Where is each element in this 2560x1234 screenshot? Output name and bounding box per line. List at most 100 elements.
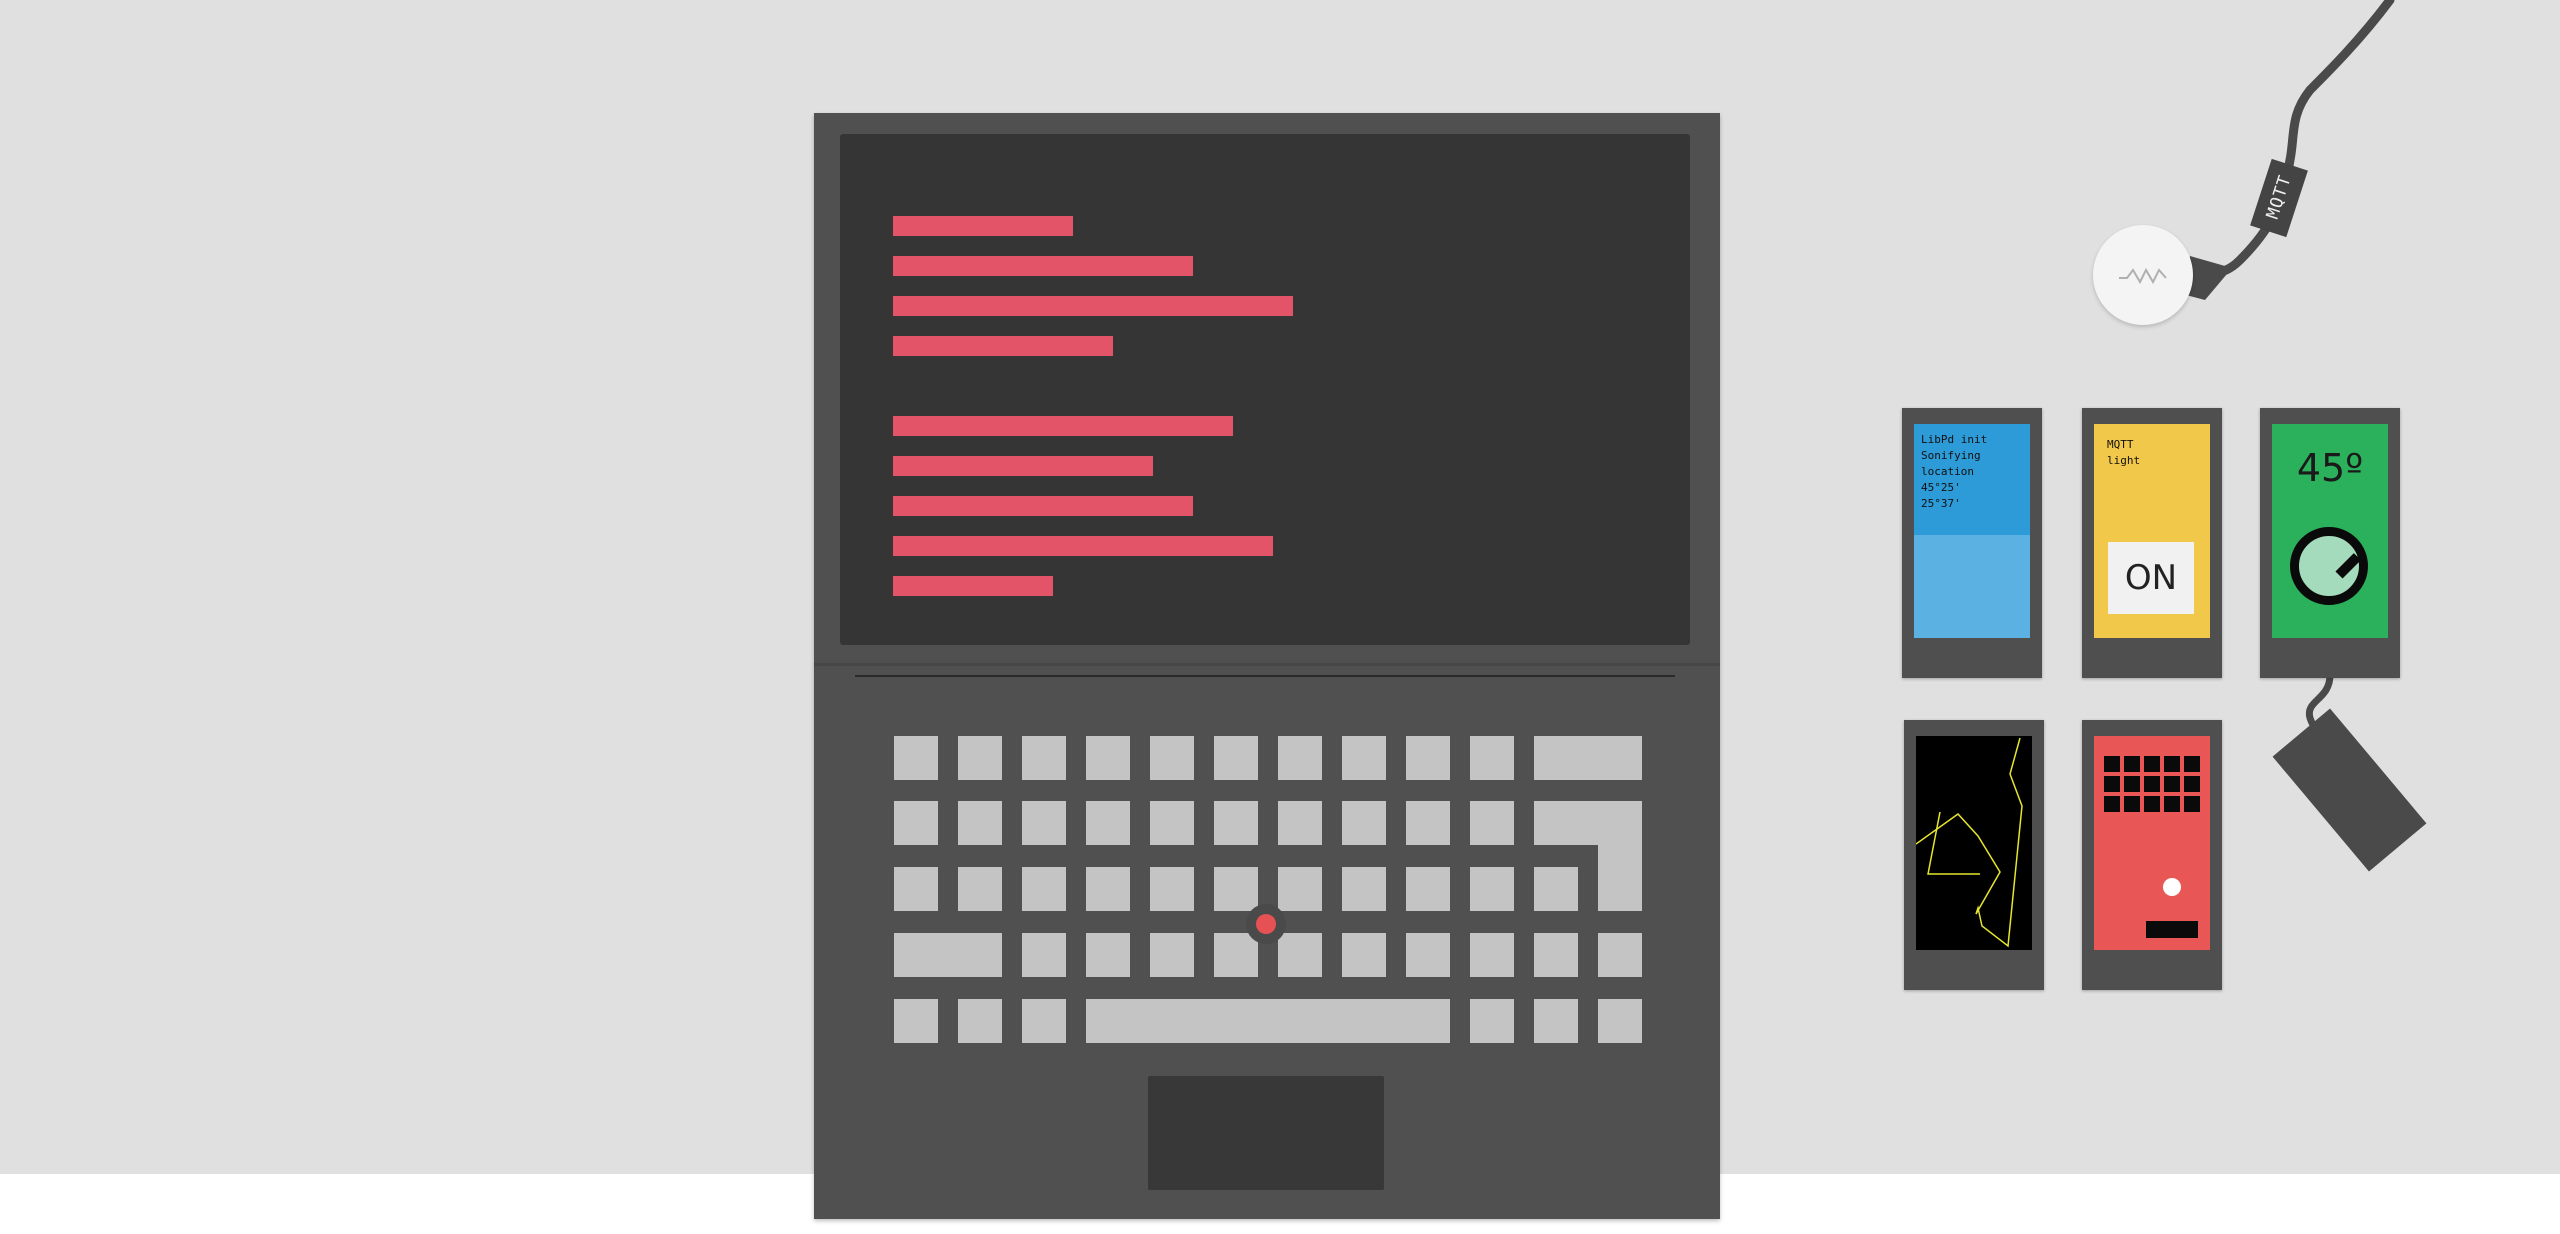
- light-on-button[interactable]: ON: [2108, 542, 2194, 614]
- key[interactable]: [1406, 801, 1450, 845]
- pad-cell[interactable]: [2164, 796, 2180, 812]
- key[interactable]: [958, 999, 1002, 1043]
- wave-icon: [2119, 267, 2167, 285]
- code-line: [893, 336, 1113, 356]
- key[interactable]: [894, 736, 938, 780]
- key[interactable]: [1470, 736, 1514, 780]
- rotary-knob[interactable]: [2290, 527, 2368, 605]
- phone-light[interactable]: MQTT light ON: [2082, 408, 2222, 678]
- pad-cell[interactable]: [2124, 796, 2140, 812]
- key[interactable]: [1342, 736, 1386, 780]
- key[interactable]: [1214, 801, 1258, 845]
- pad-cell[interactable]: [2144, 756, 2160, 772]
- spacebar-key[interactable]: [1086, 999, 1450, 1043]
- pad-cell[interactable]: [2184, 756, 2200, 772]
- key[interactable]: [1406, 736, 1450, 780]
- code-line: [893, 296, 1293, 316]
- key[interactable]: [1342, 933, 1386, 977]
- pad-dot[interactable]: [2163, 878, 2181, 896]
- pad-cell[interactable]: [2184, 796, 2200, 812]
- shift-key[interactable]: [894, 933, 1002, 977]
- backspace-key[interactable]: [1534, 736, 1642, 780]
- pad-cell[interactable]: [2144, 796, 2160, 812]
- pad-cell[interactable]: [2104, 756, 2120, 772]
- key[interactable]: [1150, 801, 1194, 845]
- key[interactable]: [1534, 999, 1578, 1043]
- code-line: [893, 456, 1153, 476]
- key[interactable]: [1406, 867, 1450, 911]
- phone-pad-screen: [2094, 736, 2210, 950]
- trackpoint[interactable]: [1256, 914, 1276, 934]
- key[interactable]: [1470, 867, 1514, 911]
- info-panel-bottom: [1914, 535, 2030, 638]
- pad-cell[interactable]: [2124, 776, 2140, 792]
- key[interactable]: [894, 801, 938, 845]
- key[interactable]: [1278, 801, 1322, 845]
- key[interactable]: [958, 736, 1002, 780]
- key[interactable]: [1534, 933, 1578, 977]
- phone-info[interactable]: LibPd init Sonifying location 45°25' 25°…: [1902, 408, 2042, 678]
- key[interactable]: [958, 801, 1002, 845]
- code-line: [893, 216, 1073, 236]
- laptop-hinge: [814, 663, 1720, 666]
- key[interactable]: [1086, 867, 1130, 911]
- key[interactable]: [1214, 933, 1258, 977]
- key[interactable]: [1022, 801, 1066, 845]
- laptop-screen: [840, 134, 1690, 645]
- pad-cell[interactable]: [2104, 796, 2120, 812]
- key[interactable]: [1342, 867, 1386, 911]
- key[interactable]: [1150, 933, 1194, 977]
- enter-key-top[interactable]: [1534, 801, 1642, 845]
- key[interactable]: [1150, 736, 1194, 780]
- pad-cell[interactable]: [2184, 776, 2200, 792]
- key[interactable]: [1278, 736, 1322, 780]
- key[interactable]: [1214, 736, 1258, 780]
- key[interactable]: [1022, 933, 1066, 977]
- code-line: [893, 576, 1053, 596]
- hinge-line: [855, 675, 1675, 677]
- code-line: [893, 416, 1233, 436]
- pad-cell[interactable]: [2164, 756, 2180, 772]
- key[interactable]: [894, 999, 938, 1043]
- key[interactable]: [894, 867, 938, 911]
- phone-dial[interactable]: 45º: [2260, 408, 2400, 678]
- key[interactable]: [1470, 999, 1514, 1043]
- pad-cell[interactable]: [2104, 776, 2120, 792]
- pad-cell[interactable]: [2124, 756, 2140, 772]
- sensor-puck[interactable]: [2093, 225, 2193, 325]
- code-line: [893, 256, 1193, 276]
- key[interactable]: [1086, 736, 1130, 780]
- key[interactable]: [1086, 801, 1130, 845]
- phone-light-screen: MQTT light ON: [2094, 424, 2210, 638]
- key[interactable]: [1278, 933, 1322, 977]
- enter-key-bottom[interactable]: [1598, 843, 1642, 911]
- phone-pad[interactable]: [2082, 720, 2222, 990]
- key[interactable]: [1214, 867, 1258, 911]
- key[interactable]: [1022, 999, 1066, 1043]
- key[interactable]: [1470, 933, 1514, 977]
- key[interactable]: [1598, 999, 1642, 1043]
- key[interactable]: [1598, 933, 1642, 977]
- info-log-text: LibPd init Sonifying location 45°25' 25°…: [1921, 433, 1988, 510]
- key[interactable]: [1342, 801, 1386, 845]
- key[interactable]: [1022, 867, 1066, 911]
- pad-bar[interactable]: [2146, 921, 2198, 938]
- key[interactable]: [1470, 801, 1514, 845]
- code-line: [893, 536, 1273, 556]
- key[interactable]: [1022, 736, 1066, 780]
- phone-graph[interactable]: [1904, 720, 2044, 990]
- laptop: [814, 113, 1720, 1219]
- touchpad[interactable]: [1148, 1076, 1384, 1190]
- code-line: [893, 496, 1193, 516]
- pad-cell[interactable]: [2144, 776, 2160, 792]
- key[interactable]: [1086, 933, 1130, 977]
- key[interactable]: [1406, 933, 1450, 977]
- pad-cell[interactable]: [2164, 776, 2180, 792]
- key[interactable]: [1150, 867, 1194, 911]
- phone-info-screen: LibPd init Sonifying location 45°25' 25°…: [1914, 424, 2030, 638]
- key[interactable]: [958, 867, 1002, 911]
- phone-dial-screen: 45º: [2272, 424, 2388, 638]
- key[interactable]: [1534, 867, 1578, 911]
- key[interactable]: [1278, 867, 1322, 911]
- light-title: MQTT light: [2107, 438, 2141, 467]
